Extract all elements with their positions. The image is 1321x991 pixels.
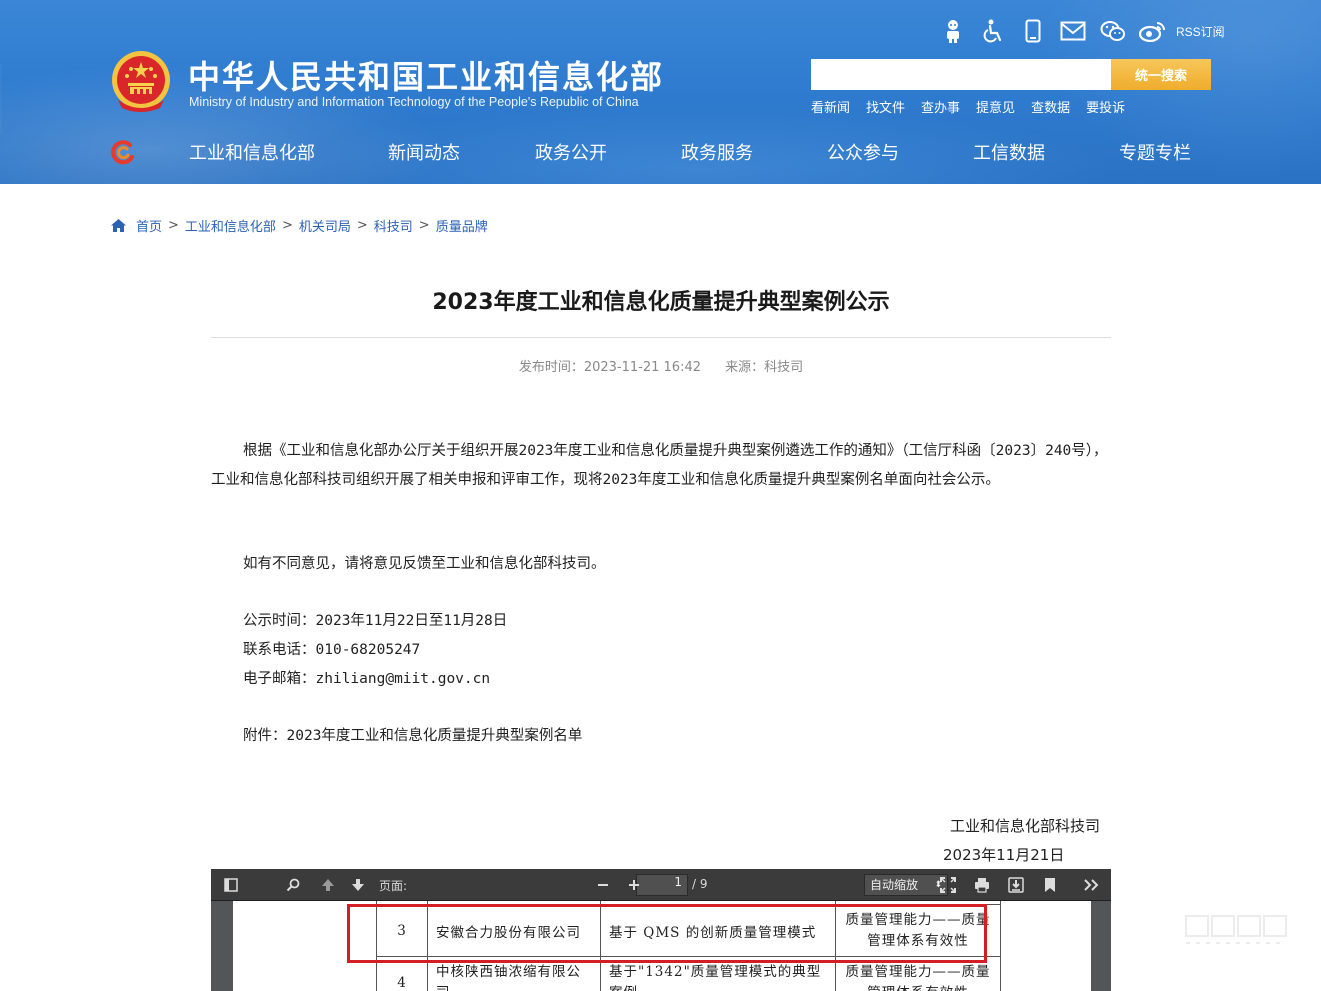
nav-item-public-participation[interactable]: 公众参与 [827,139,899,165]
title-divider [211,337,1111,338]
article-paragraph-intro: 根据《工业和信息化部办公厅关于组织开展2023年度工业和信息化质量提升典型案例遴… [211,443,1108,488]
publish-time: 发布时间：2023-11-21 16:42 [518,360,701,375]
contact-email: 电子邮箱：zhiliang@miit.gov.cn [243,671,491,687]
table-row: 3 安徽合力股份有限公司 基于 QMS 的创新质量管理模式 质量管理能力——质量… [376,904,1001,957]
previous-page-icon[interactable] [318,875,338,895]
quick-link-documents[interactable]: 找文件 [866,97,905,116]
next-page-icon[interactable] [348,875,368,895]
quick-link-complaint[interactable]: 要投诉 [1086,97,1125,116]
table-cell-category: 质量管理能力——质量管理体系有效性 [835,904,1001,957]
nav-item-special-topics[interactable]: 专题专栏 [1119,139,1191,165]
breadcrumb-separator: > [168,217,179,233]
breadcrumb-ministry[interactable]: 工业和信息化部 [185,216,276,235]
breadcrumb-separator: > [281,217,293,233]
nav-item-news[interactable]: 新闻动态 [388,139,460,165]
sidebar-toggle-icon[interactable] [221,875,241,895]
site-subtitle: Ministry of Industry and Information Tec… [189,95,639,109]
page-label: 页面: [379,879,408,893]
zoom-select[interactable]: 自动缩放 ⬍ [864,874,948,896]
breadcrumb-home[interactable]: 首页 [136,216,162,235]
robot-icon[interactable] [938,16,968,46]
zoom-value: 自动缩放 [870,878,919,892]
article-title: 2023年度工业和信息化质量提升典型案例公示 [432,290,890,315]
rss-subscribe-link[interactable]: RSS订阅 [1176,23,1225,40]
accessibility-icon[interactable] [978,16,1008,46]
table-cell-case: 基于"1342"质量管理模式的典型案例 [600,956,836,991]
more-tools-icon[interactable] [1081,875,1101,895]
main-navigation: 工业和信息化部 新闻动态 政务公开 政务服务 公众参与 工信数据 专题专栏 [0,135,1321,169]
nav-item-industry-data[interactable]: 工信数据 [973,139,1045,165]
total-pages: / 9 [692,877,708,891]
pdf-page: 3 安徽合力股份有限公司 基于 QMS 的创新质量管理模式 质量管理能力——质量… [233,901,1091,991]
watermark-logo-icon [1185,915,1287,944]
pdf-toolbar: 页面: 1 / 9 自动缩放 ⬍ [211,869,1111,901]
article-paragraph-feedback: 如有不同意见，请将意见反馈至工业和信息化部科技司。 [243,556,606,572]
breadcrumb-departments[interactable]: 机关司局 [299,216,351,235]
pdf-viewport[interactable]: 3 安徽合力股份有限公司 基于 QMS 的创新质量管理模式 质量管理能力——质量… [211,901,1111,991]
signature-department: 工业和信息化部科技司 [950,817,1101,835]
table-row: 4 中核陕西铀浓缩有限公司 基于"1342"质量管理模式的典型案例 质量管理能力… [376,956,1001,991]
table-cell-company: 安徽合力股份有限公司 [427,904,601,957]
site-title[interactable]: 中华人民共和国工业和信息化部 [188,52,664,98]
zoom-in-icon[interactable] [624,875,644,895]
table-cell-number: 4 [376,956,428,991]
case-list-table: 3 安徽合力股份有限公司 基于 QMS 的创新质量管理模式 质量管理能力——质量… [376,901,1001,991]
top-utility-icons: RSS订阅 [938,16,1225,46]
nav-item-government-services[interactable]: 政务服务 [681,139,753,165]
mail-icon[interactable] [1058,16,1088,46]
table-cell-company: 中核陕西铀浓缩有限公司 [427,956,601,991]
weibo-icon[interactable] [1138,16,1168,46]
breadcrumb-quality-brand[interactable]: 质量品牌 [436,216,488,235]
nav-item-public-affairs[interactable]: 政务公开 [535,139,607,165]
download-icon[interactable] [1006,875,1026,895]
quick-link-services[interactable]: 查办事 [921,97,960,116]
breadcrumb: 首页 > 工业和信息化部 > 机关司局 > 科技司 > 质量品牌 [110,216,488,235]
search-button[interactable]: 统一搜索 [1111,59,1211,90]
quick-links: 看新闻 找文件 查办事 提意见 查数据 要投诉 [811,97,1141,116]
quick-link-data[interactable]: 查数据 [1031,97,1070,116]
notice-period: 公示时间：2023年11月22日至11月28日 [243,613,508,629]
nav-item-ministry[interactable]: 工业和信息化部 [189,139,315,165]
quick-link-news[interactable]: 看新闻 [811,97,850,116]
breadcrumb-separator: > [418,217,430,233]
fullscreen-icon[interactable] [938,875,958,895]
home-icon[interactable] [110,218,127,233]
wechat-icon[interactable] [1098,16,1128,46]
table-cell-case: 基于 QMS 的创新质量管理模式 [600,904,836,957]
article-meta: 发布时间：2023-11-21 16:42 来源：科技司 [211,356,1111,375]
attachment-label: 附件：2023年度工业和信息化质量提升典型案例名单 [243,728,583,744]
national-emblem-icon[interactable] [110,50,172,114]
signature-date: 2023年11月21日 [943,846,1065,864]
zoom-out-icon[interactable] [593,875,613,895]
contact-phone: 联系电话：010-68205247 [243,642,421,658]
mobile-icon[interactable] [1018,16,1048,46]
breadcrumb-separator: > [356,217,368,233]
article-source: 来源：科技司 [725,360,804,375]
search-input[interactable] [811,59,1111,90]
print-icon[interactable] [972,875,992,895]
table-cell-category: 质量管理能力——质量管理体系有效性 [835,956,1001,991]
quick-link-feedback[interactable]: 提意见 [976,97,1015,116]
site-header: 中华人民共和国工业和信息化部 Ministry of Industry and … [0,0,1321,184]
pdf-search-icon[interactable] [283,875,303,895]
table-cell-number: 3 [376,904,428,957]
bookmark-icon[interactable] [1040,875,1060,895]
breadcrumb-science-tech[interactable]: 科技司 [374,216,413,235]
